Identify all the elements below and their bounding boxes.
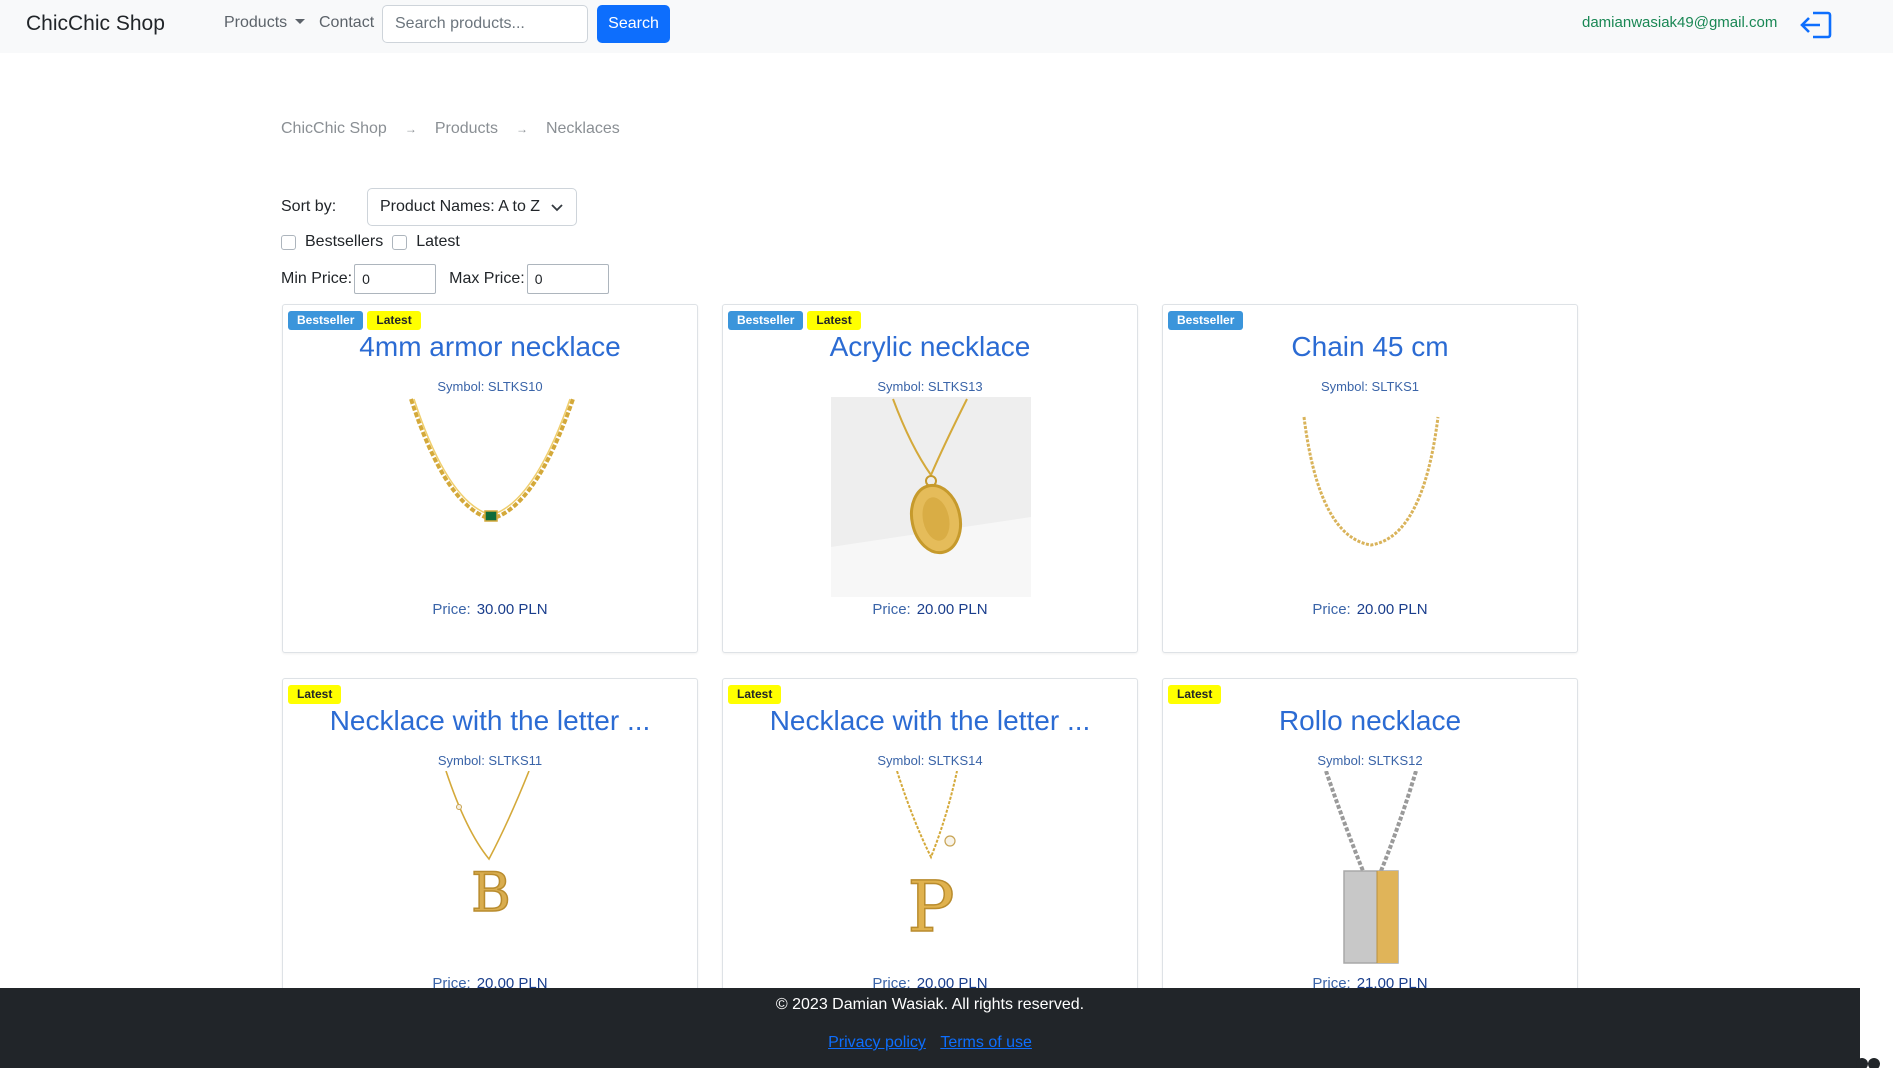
latest-badge: Latest [1168,685,1222,704]
necklace-image[interactable] [1271,397,1471,597]
sort-select[interactable]: Product Names: A to Z [367,188,577,226]
product-title[interactable]: 4mm armor necklace [283,331,697,363]
bestseller-badge: Bestseller [288,311,364,330]
price-filter: Min Price: 0 Max Price: 0 [281,264,622,294]
bestseller-badge: Bestseller [728,311,804,330]
product-price: Price: 30.00 PLN [283,601,697,618]
price-label: Price: [432,601,471,618]
filter-checkboxes: Bestsellers Latest [281,233,469,251]
search-button[interactable]: Search [597,5,670,43]
badges: Latest [1168,685,1225,704]
footer-links: Privacy policy Terms of use [0,1034,1860,1052]
product-card[interactable]: Latest Necklace with the letter ... Symb… [282,678,698,1027]
product-symbol: Symbol: SLTKS10 [437,379,543,394]
badges: Latest [288,685,345,704]
user-email[interactable]: damianwasiak49@gmail.com [1582,14,1777,31]
badges: Bestseller Latest [288,311,425,330]
breadcrumb-products[interactable]: Products [435,120,498,138]
necklace-image[interactable] [831,397,1031,597]
necklace-image[interactable] [391,397,591,597]
product-card[interactable]: Bestseller Chain 45 cm Symbol: SLTKS1 Pr… [1162,304,1578,653]
latest-badge: Latest [288,685,342,704]
nav-products-dropdown[interactable]: Products [224,14,306,32]
product-card[interactable]: Bestseller Latest Acrylic necklace Symbo… [722,304,1138,653]
latest-badge: Latest [728,685,782,704]
privacy-policy-link[interactable]: Privacy policy [828,1034,926,1051]
sort-label: Sort by: [281,198,337,215]
product-title[interactable]: Acrylic necklace [723,331,1137,363]
latest-checkbox[interactable] [392,234,408,250]
price-value: 30.00 PLN [476,601,548,618]
floating-widget-icon[interactable] [1852,1050,1882,1068]
product-price: Price: 20.00 PLN [1163,601,1577,618]
price-label: Price: [1312,601,1351,618]
product-title[interactable]: Chain 45 cm [1163,331,1577,363]
navbar: ChicChic Shop Products Contact Search da… [0,0,1893,53]
product-price: Price: 20.00 PLN [723,601,1137,618]
arrow-right-icon: → [404,122,417,136]
max-price-input[interactable]: 0 [526,264,609,294]
product-symbol: Symbol: SLTKS14 [877,753,983,768]
product-symbol: Symbol: SLTKS1 [1320,379,1420,394]
terms-of-use-link[interactable]: Terms of use [940,1034,1032,1051]
min-price-input[interactable]: 0 [354,264,437,294]
arrow-right-icon: → [515,122,528,136]
max-price-label: Max Price: [449,270,525,287]
logout-icon[interactable] [1799,10,1833,40]
product-card[interactable]: Latest Necklace with the letter ... Symb… [722,678,1138,1027]
breadcrumb-home[interactable]: ChicChic Shop [281,120,387,138]
necklace-image[interactable]: B [391,771,591,971]
product-title[interactable]: Necklace with the letter ... [723,705,1137,737]
footer: © 2023 Damian Wasiak. All rights reserve… [0,988,1860,1068]
product-symbol: Symbol: SLTKS11 [437,753,543,768]
breadcrumb: ChicChic Shop → Products → Necklaces [281,120,620,138]
price-value: 20.00 PLN [1356,601,1428,618]
latest-badge: Latest [807,311,861,330]
product-card[interactable]: Latest Rollo necklace Symbol: SLTKS12 Pr… [1162,678,1578,1027]
nav-contact-link[interactable]: Contact [319,14,374,32]
search-input[interactable] [382,5,588,43]
latest-badge: Latest [367,311,421,330]
brand-logo[interactable]: ChicChic Shop [26,12,165,36]
breadcrumb-current: Necklaces [545,120,620,137]
svg-text:P: P [907,866,954,948]
badges: Latest [728,685,785,704]
nav-products-label: Products [224,14,288,31]
latest-label: Latest [416,233,460,250]
bestseller-badge: Bestseller [1168,311,1244,330]
min-price-label: Min Price: [281,270,353,287]
product-symbol: Symbol: SLTKS12 [1317,753,1423,768]
sort-value: Product Names: A to Z [380,198,541,215]
price-label: Price: [872,601,911,618]
necklace-image[interactable] [1271,771,1471,971]
product-card[interactable]: Bestseller Latest 4mm armor necklace Sym… [282,304,698,653]
product-symbol: Symbol: SLTKS13 [877,379,983,394]
chevron-down-icon [551,204,563,212]
caret-down-icon [295,19,306,24]
product-title[interactable]: Rollo necklace [1163,705,1577,737]
badges: Bestseller Latest [728,311,865,330]
bestsellers-label: Bestsellers [305,233,384,250]
badges: Bestseller [1168,311,1247,330]
svg-text:B: B [471,861,511,924]
bestsellers-checkbox[interactable] [281,234,296,250]
product-title[interactable]: Necklace with the letter ... [283,705,697,737]
necklace-image[interactable]: P [831,771,1031,971]
price-value: 20.00 PLN [916,601,988,618]
copyright-text: © 2023 Damian Wasiak. All rights reserve… [775,996,1085,1013]
